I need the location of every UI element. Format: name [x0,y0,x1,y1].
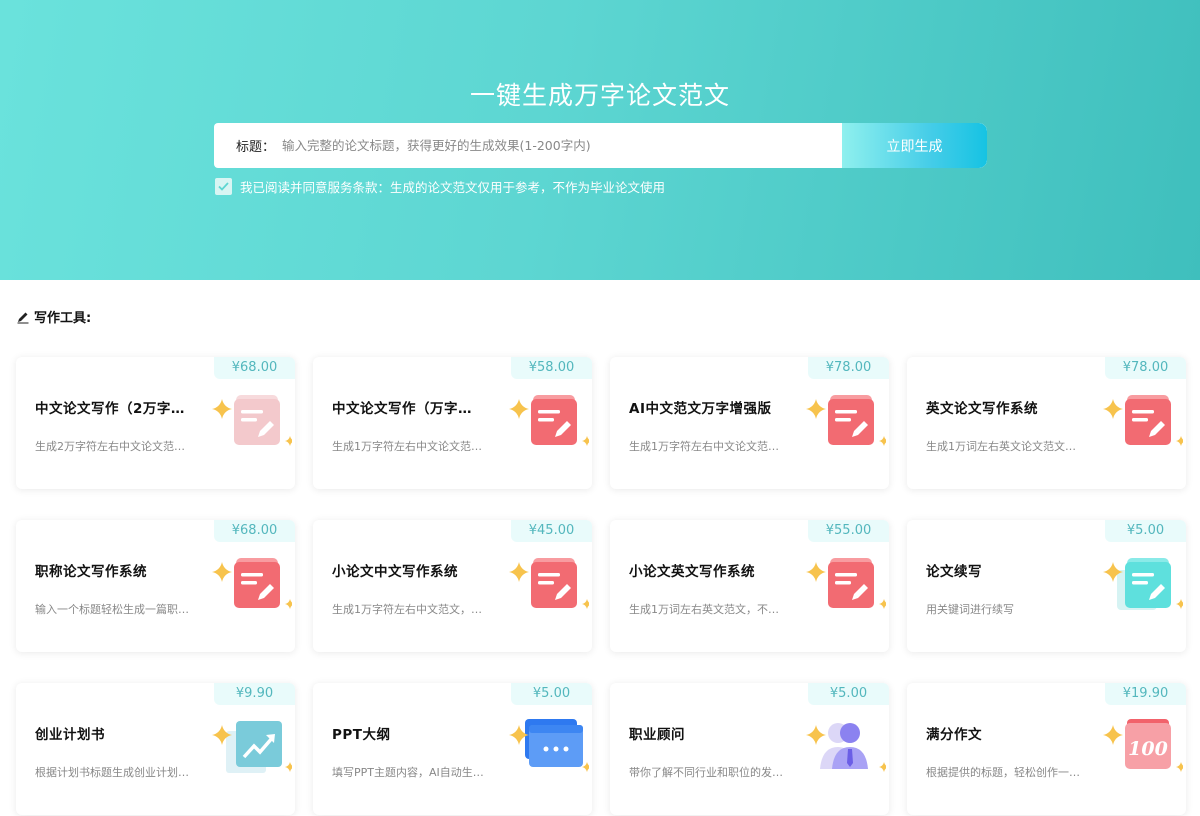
tool-title: AI中文范文万字增强版 [629,401,772,417]
tool-title: 创业计划书 [35,727,105,743]
agreement-text: 我已阅读并同意服务条款：生成的论文范文仅用于参考，不作为毕业论文使用 [240,180,666,195]
tool-description: 生成1万词左右英文范文，不… [629,603,779,616]
tool-card-1[interactable]: ¥68.00 中文论文写作（2万字… 生成2万字符左右中文论文范… [16,357,295,489]
tool-description: 填写PPT主题内容，AI自动生… [332,766,484,779]
tool-title: 论文续写 [926,564,982,580]
score-100-icon: 100 [1087,719,1186,783]
tool-title: 满分作文 [926,727,982,743]
doc-pen-icon [493,556,592,620]
tool-title: 英文论文写作系统 [926,401,1038,417]
pen-icon [16,310,30,324]
price-tag: ¥5.00 [1105,520,1186,542]
tool-card-11[interactable]: ¥5.00 职业顾问 带你了解不同行业和职位的发… [610,683,889,815]
generate-button[interactable]: 立即生成 [842,123,987,168]
tool-description: 根据提供的标题，轻松创作一… [926,766,1080,779]
agreement-row: 我已阅读并同意服务条款：生成的论文范文仅用于参考，不作为毕业论文使用 [215,177,665,196]
price-tag: ¥68.00 [214,357,295,379]
check-icon [218,182,229,191]
title-search-bar: 标题： 立即生成 [214,123,987,168]
doc-pen-icon [1087,393,1186,457]
price-tag: ¥19.90 [1105,683,1186,705]
tools-heading-label: 写作工具: [34,311,92,326]
tool-card-7[interactable]: ¥55.00 小论文英文写作系统 生成1万词左右英文范文，不… [610,520,889,652]
tool-description: 生成1万词左右英文论文范文… [926,440,1076,453]
ppt-window-icon [493,719,592,783]
tools-heading: 写作工具: [16,307,91,326]
tool-title: 中文论文写作（2万字… [35,401,185,417]
tool-card-5[interactable]: ¥68.00 职称论文写作系统 输入一个标题轻松生成一篇职… [16,520,295,652]
doc-pen-icon [790,556,889,620]
tool-card-8[interactable]: ¥5.00 论文续写 用关键词进行续写 [907,520,1186,652]
agreement-checkbox[interactable] [215,178,232,195]
tool-description: 生成1万字符左右中文论文范… [629,440,779,453]
tool-description: 用关键词进行续写 [926,603,1014,616]
svg-text:100: 100 [1128,738,1168,760]
search-label: 标题： [236,140,276,155]
tool-card-4[interactable]: ¥78.00 英文论文写作系统 生成1万词左右英文论文范文… [907,357,1186,489]
tool-card-12[interactable]: ¥19.90 满分作文 根据提供的标题，轻松创作一… 100 [907,683,1186,815]
price-tag: ¥78.00 [808,357,889,379]
tool-description: 生成1万字符左右中文范文，… [332,603,482,616]
chart-up-icon [196,719,295,783]
tool-title: 中文论文写作（万字… [332,401,472,417]
title-input[interactable] [282,123,842,168]
price-tag: ¥55.00 [808,520,889,542]
price-tag: ¥5.00 [511,683,592,705]
tool-card-2[interactable]: ¥58.00 中文论文写作（万字… 生成1万字符左右中文论文范… [313,357,592,489]
doc-pen-icon-teal [1087,556,1186,620]
price-tag: ¥5.00 [808,683,889,705]
doc-pen-icon-faded [196,393,295,457]
tool-title: PPT大纲 [332,727,391,743]
price-tag: ¥45.00 [511,520,592,542]
tool-title: 小论文英文写作系统 [629,564,755,580]
tool-title: 职称论文写作系统 [35,564,147,580]
doc-pen-icon [790,393,889,457]
tool-description: 根据计划书标题生成创业计划… [35,766,189,779]
tool-description: 带你了解不同行业和职位的发… [629,766,783,779]
tool-title: 小论文中文写作系统 [332,564,458,580]
tool-card-6[interactable]: ¥45.00 小论文中文写作系统 生成1万字符左右中文范文，… [313,520,592,652]
price-tag: ¥58.00 [511,357,592,379]
tool-description: 输入一个标题轻松生成一篇职… [35,603,189,616]
doc-pen-icon [196,556,295,620]
doc-pen-icon [493,393,592,457]
tool-card-10[interactable]: ¥5.00 PPT大纲 填写PPT主题内容，AI自动生… [313,683,592,815]
price-tag: ¥9.90 [214,683,295,705]
tool-title: 职业顾问 [629,727,685,743]
price-tag: ¥78.00 [1105,357,1186,379]
advisor-person-icon [790,719,889,783]
price-tag: ¥68.00 [214,520,295,542]
page-title: 一键生成万字论文范文 [469,81,730,110]
hero-banner: 一键生成万字论文范文 标题： 立即生成 我已阅读并同意服务条款：生成的论文范文仅… [0,0,1200,280]
tool-description: 生成1万字符左右中文论文范… [332,440,482,453]
tool-card-3[interactable]: ¥78.00 AI中文范文万字增强版 生成1万字符左右中文论文范… [610,357,889,489]
tool-card-9[interactable]: ¥9.90 创业计划书 根据计划书标题生成创业计划… [16,683,295,815]
tool-description: 生成2万字符左右中文论文范… [35,440,185,453]
